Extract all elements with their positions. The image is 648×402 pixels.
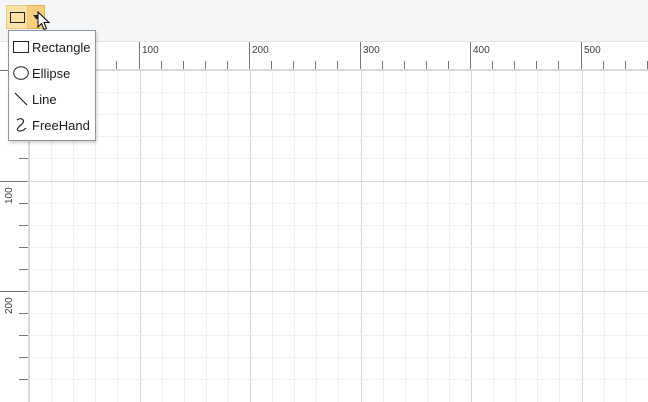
menu-item-label: Rectangle bbox=[32, 39, 91, 55]
menu-item-label: Line bbox=[32, 91, 57, 107]
ruler-label-h-200: 200 bbox=[252, 45, 269, 56]
ruler-label-v-200: 200 bbox=[4, 297, 15, 314]
menu-item-label: FreeHand bbox=[32, 117, 90, 133]
rectangle-icon bbox=[9, 11, 25, 23]
drawing-canvas[interactable] bbox=[29, 70, 648, 402]
shape-dropdown-menu: Rectangle Ellipse Line FreeHand bbox=[8, 30, 96, 141]
ruler-label-h-300: 300 bbox=[363, 45, 380, 56]
ellipse-icon bbox=[12, 64, 30, 82]
menu-item-line[interactable]: Line bbox=[9, 86, 95, 112]
toolbar bbox=[0, 0, 648, 42]
menu-item-rectangle[interactable]: Rectangle bbox=[9, 34, 95, 60]
horizontal-ruler: 100 200 300 400 500 bbox=[28, 42, 648, 70]
menu-item-ellipse[interactable]: Ellipse bbox=[9, 60, 95, 86]
ruler-label-v-100: 100 bbox=[4, 187, 15, 204]
freehand-icon bbox=[12, 116, 30, 134]
menu-item-freehand[interactable]: FreeHand bbox=[9, 112, 95, 138]
mouse-cursor-icon bbox=[37, 11, 51, 31]
line-icon bbox=[12, 90, 30, 108]
menu-item-label: Ellipse bbox=[32, 65, 71, 81]
shape-button[interactable] bbox=[6, 5, 28, 29]
rectangle-icon bbox=[12, 38, 30, 56]
ruler-label-h-400: 400 bbox=[473, 45, 490, 56]
ruler-label-h-500: 500 bbox=[584, 45, 601, 56]
ruler-label-h-100: 100 bbox=[142, 45, 159, 56]
